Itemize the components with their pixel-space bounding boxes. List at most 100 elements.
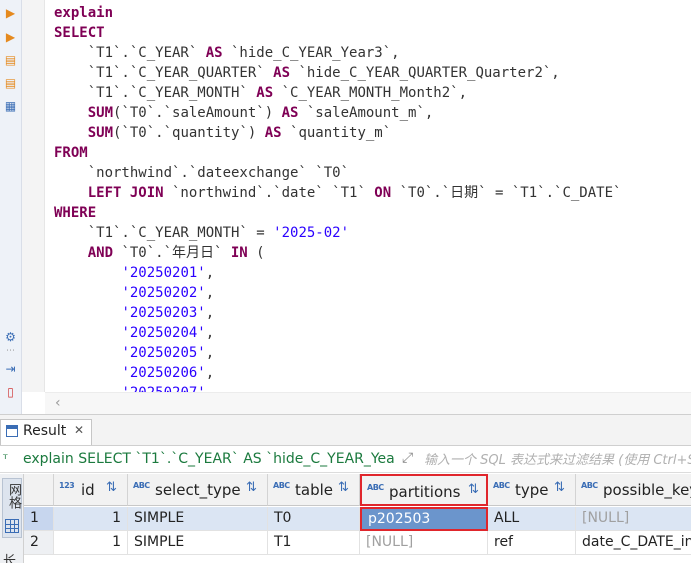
sql-text: , bbox=[205, 305, 215, 321]
table-row[interactable]: 1 1 SIMPLE T0 p202503 ALL [NULL] bbox=[24, 507, 691, 531]
code-line[interactable]: '20250202', bbox=[54, 283, 214, 303]
code-line[interactable]: `T1`.`C_YEAR_MONTH` = '2025-02' bbox=[54, 223, 349, 243]
code-line[interactable]: AND `T0`.`年月日` IN ( bbox=[54, 243, 265, 263]
result-grid[interactable]: 123 id ⇅ ABC select_type ⇅ ABC table ⇅ ABC partiti… bbox=[24, 474, 691, 563]
cell-table[interactable]: T0 bbox=[268, 507, 360, 531]
settings-gear-icon[interactable]: ⚙ bbox=[3, 330, 18, 345]
sql-keyword: explain bbox=[54, 5, 114, 21]
query-text-icon: ᵀ bbox=[3, 452, 8, 466]
grid-icon bbox=[5, 519, 19, 533]
code-line[interactable]: `T1`.`C_YEAR_QUARTER` AS `hide_C_YEAR_QU… bbox=[54, 63, 560, 83]
grid-corner-header[interactable] bbox=[24, 474, 54, 506]
code-line[interactable]: LEFT JOIN `northwind`.`date` `T1` ON `T0… bbox=[54, 183, 622, 203]
column-header-type[interactable]: ABC type ⇅ bbox=[488, 474, 576, 506]
column-header-label: possible_keys bbox=[603, 481, 691, 499]
sql-keyword: IN bbox=[230, 245, 248, 261]
code-line[interactable]: `northwind`.`dateexchange` `T0` bbox=[54, 163, 349, 183]
column-header-label: type bbox=[515, 481, 549, 499]
cell-partitions[interactable]: p202503 bbox=[360, 507, 488, 531]
sql-text: `saleAmount_m`, bbox=[298, 105, 434, 121]
sql-keyword: SUM bbox=[87, 105, 114, 121]
filter-input[interactable] bbox=[424, 450, 691, 470]
tab-result[interactable]: Result ✕ bbox=[0, 419, 92, 445]
tab-grid-view-label: 网格 bbox=[6, 483, 21, 509]
sort-icon[interactable]: ⇅ bbox=[246, 480, 257, 495]
execute-script-icon[interactable]: ▤ bbox=[3, 53, 18, 68]
code-line[interactable]: `T1`.`C_YEAR` AS `hide_C_YEAR_Year3`, bbox=[54, 43, 400, 63]
export-icon[interactable]: ⇥ bbox=[3, 362, 18, 377]
execute-script-new-tab-icon[interactable]: ▤ bbox=[3, 76, 18, 91]
cell-possible-keys[interactable]: [NULL] bbox=[576, 507, 691, 531]
sql-keyword: AND bbox=[87, 245, 114, 261]
sql-keyword: AS bbox=[281, 105, 299, 121]
execute-statement-icon[interactable]: ▶ bbox=[3, 6, 18, 21]
close-icon[interactable]: ✕ bbox=[74, 423, 84, 437]
sort-icon[interactable]: ⇅ bbox=[554, 480, 565, 495]
column-header-partitions[interactable]: ABC partitions ⇅ bbox=[360, 474, 488, 506]
code-line[interactable]: SUM(`T0`.`saleAmount`) AS `saleAmount_m`… bbox=[54, 103, 434, 123]
sql-text: (`T0`.`quantity`) bbox=[113, 125, 265, 141]
code-line[interactable]: '20250201', bbox=[54, 263, 214, 283]
column-header-table[interactable]: ABC table ⇅ bbox=[268, 474, 360, 506]
cell-select-type[interactable]: SIMPLE bbox=[128, 507, 268, 531]
sql-text: `T1`.`C_YEAR` bbox=[54, 45, 206, 61]
tab-text-view[interactable]: 长 bbox=[3, 550, 16, 563]
table-icon bbox=[6, 425, 18, 437]
code-line[interactable]: '20250206', bbox=[54, 363, 214, 383]
code-line[interactable]: `T1`.`C_YEAR_MONTH` AS `C_YEAR_MONTH_Mon… bbox=[54, 83, 467, 103]
expand-filter-icon[interactable]: ⤢ bbox=[402, 450, 413, 466]
column-header-possible-keys[interactable]: ABC possible_keys bbox=[576, 474, 691, 506]
cell-type[interactable]: ALL bbox=[488, 507, 576, 531]
sql-editor[interactable]: explain SELECT `T1`.`C_YEAR` AS `hide_C_Y… bbox=[45, 0, 691, 392]
tab-grid-view[interactable]: 网格 bbox=[2, 478, 22, 538]
column-header-select-type[interactable]: ABC select_type ⇅ bbox=[128, 474, 268, 506]
column-header-label: select_type bbox=[155, 481, 241, 499]
sql-text: , bbox=[205, 325, 215, 341]
row-number[interactable]: 1 bbox=[24, 507, 54, 531]
code-line[interactable]: '20250203', bbox=[54, 303, 214, 323]
sql-text: , bbox=[205, 265, 215, 281]
sql-string: '20250205' bbox=[121, 345, 206, 361]
result-view-switcher: 网格 长 bbox=[0, 474, 24, 563]
sql-text: `T1`.`C_YEAR_QUARTER` bbox=[54, 65, 274, 81]
scroll-left-arrow-icon[interactable]: ‹ bbox=[55, 395, 61, 411]
editor-horizontal-scrollbar[interactable]: ‹ bbox=[45, 392, 691, 414]
cell-table[interactable]: T1 bbox=[268, 531, 360, 555]
table-row[interactable]: 21SIMPLET1[NULL]refdate_C_DATE_index bbox=[24, 531, 691, 555]
code-line[interactable]: '20250205', bbox=[54, 343, 214, 363]
execute-statement-new-tab-icon[interactable]: ▶ bbox=[3, 30, 18, 45]
code-line[interactable]: '20250207' bbox=[54, 383, 205, 392]
code-line[interactable]: FROM bbox=[54, 143, 88, 163]
explain-plan-icon[interactable]: ▦ bbox=[3, 99, 18, 114]
column-header-label: table bbox=[295, 481, 333, 499]
cell-type[interactable]: ref bbox=[488, 531, 576, 555]
column-header-id[interactable]: 123 id ⇅ bbox=[54, 474, 128, 506]
cell-id[interactable]: 1 bbox=[54, 531, 128, 555]
row-number[interactable]: 2 bbox=[24, 531, 54, 555]
sql-string: '20250204' bbox=[121, 325, 206, 341]
cell-select-type[interactable]: SIMPLE bbox=[128, 531, 268, 555]
sql-text: `T1`.`C_YEAR_MONTH` = bbox=[54, 225, 274, 241]
code-line[interactable]: WHERE bbox=[54, 203, 96, 223]
cell-id[interactable]: 1 bbox=[54, 507, 128, 531]
code-line[interactable]: SELECT bbox=[54, 23, 105, 43]
sql-string: '20250202' bbox=[121, 285, 206, 301]
code-line[interactable]: '20250204', bbox=[54, 323, 214, 343]
document-icon[interactable]: ▯ bbox=[3, 385, 18, 400]
column-header-label: id bbox=[81, 481, 95, 499]
sort-icon[interactable]: ⇅ bbox=[468, 482, 479, 497]
code-line[interactable]: explain bbox=[54, 3, 113, 23]
cell-partitions[interactable]: [NULL] bbox=[360, 531, 488, 555]
sort-icon[interactable]: ⇅ bbox=[338, 480, 349, 495]
cell-possible-keys[interactable]: date_C_DATE_index bbox=[576, 531, 691, 555]
editor-ruler bbox=[22, 0, 45, 392]
query-text[interactable]: explain SELECT `T1`.`C_YEAR` AS `hide_C_… bbox=[23, 451, 396, 467]
sort-icon[interactable]: ⇅ bbox=[106, 480, 117, 495]
sql-text: , bbox=[205, 345, 215, 361]
code-line[interactable]: SUM(`T0`.`quantity`) AS `quantity_m` bbox=[54, 123, 391, 143]
